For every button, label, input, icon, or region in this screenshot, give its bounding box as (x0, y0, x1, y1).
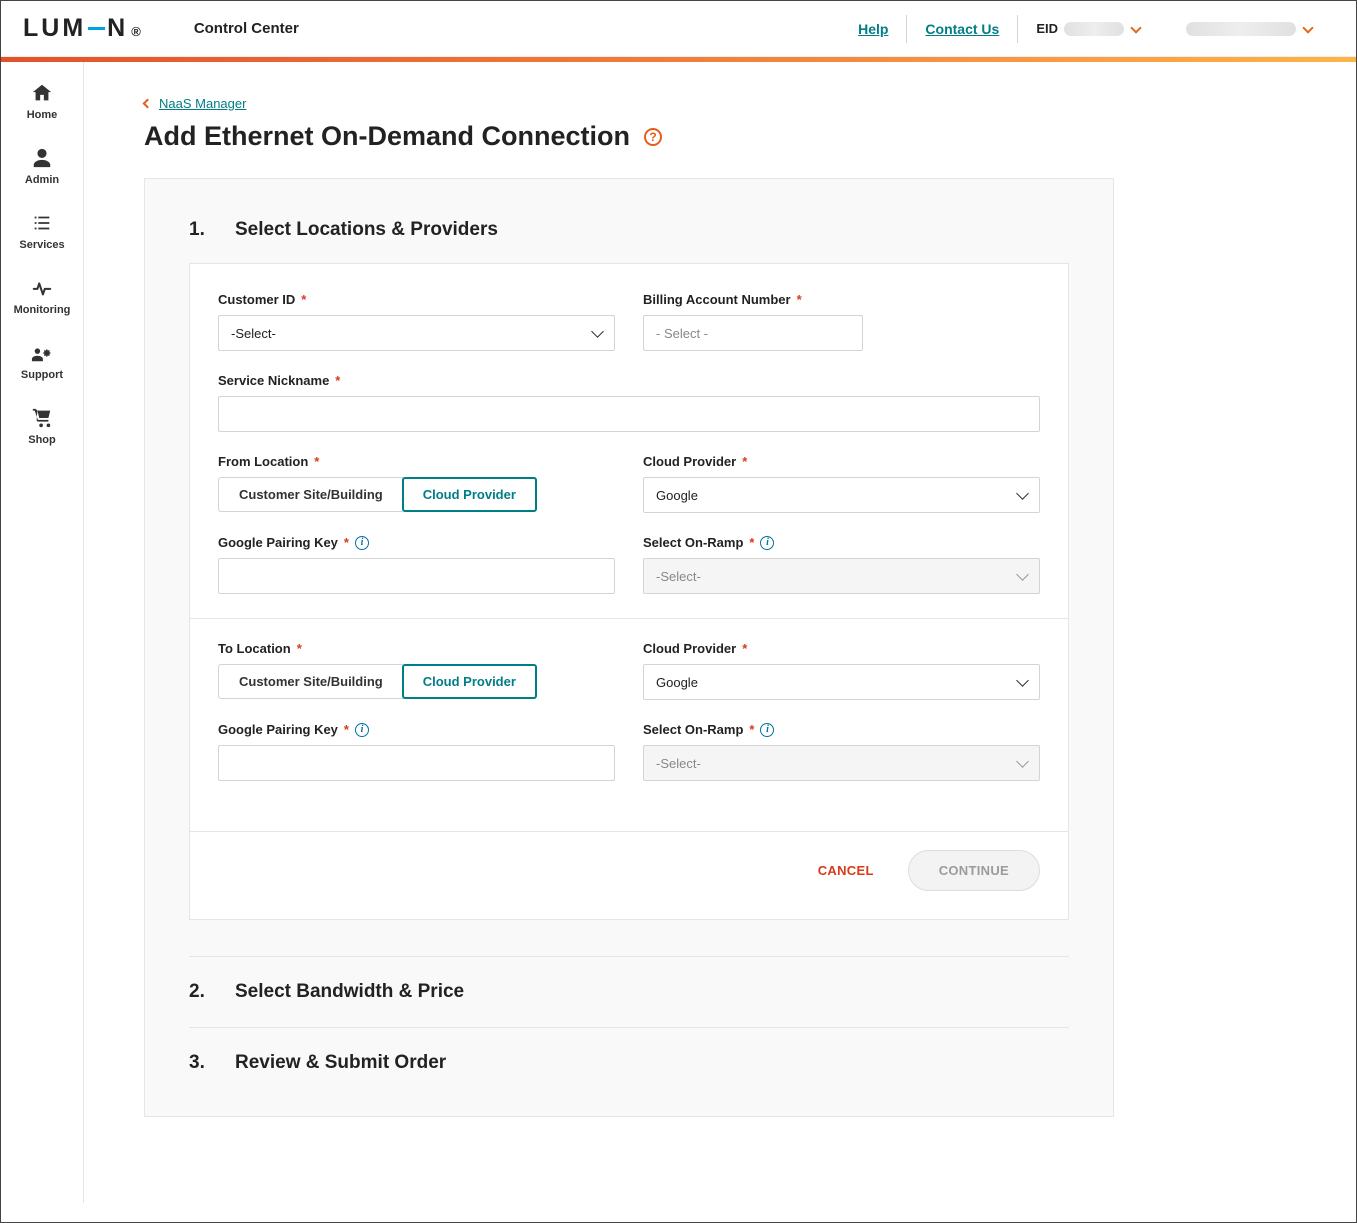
breadcrumb-back[interactable]: NaaS Manager (144, 96, 1114, 111)
step-title: Review & Submit Order (235, 1052, 446, 1074)
header-right: Help Contact Us EID (840, 15, 1334, 43)
steps-panel: 1. Select Locations & Providers Customer… (144, 178, 1114, 1117)
step2-header[interactable]: 2. Select Bandwidth & Price (189, 956, 1069, 1027)
sidebar-item-label: Home (27, 109, 58, 121)
chevron-down-icon (1016, 755, 1029, 768)
sidebar-item-label: Shop (28, 434, 56, 446)
customer-id-value: -Select- (231, 326, 276, 341)
list-icon (31, 212, 53, 234)
account-menu[interactable] (1162, 22, 1334, 36)
to-pairing-field[interactable] (231, 755, 602, 772)
continue-button[interactable]: CONTINUE (908, 850, 1040, 891)
chevron-down-icon (1130, 22, 1141, 33)
step1-actions: CANCEL CONTINUE (190, 831, 1068, 909)
logo: LUMN® (23, 14, 144, 43)
customer-id-select[interactable]: -Select- (218, 315, 615, 351)
sidebar-item-monitoring[interactable]: Monitoring (14, 277, 71, 316)
account-value-redacted (1186, 22, 1296, 36)
to-location-label: To Location* (218, 641, 615, 656)
eid-menu[interactable]: EID (1018, 21, 1162, 36)
step-number: 3. (189, 1052, 209, 1074)
eid-value-redacted (1064, 22, 1124, 36)
info-icon[interactable]: i (760, 536, 774, 550)
ban-label: Billing Account Number* (643, 292, 1040, 307)
chevron-down-icon (1016, 674, 1029, 687)
chevron-down-icon (591, 325, 604, 338)
from-pairing-input[interactable] (218, 558, 615, 594)
ban-placeholder: - Select - (656, 326, 708, 341)
from-location-label: From Location* (218, 454, 615, 469)
from-onramp-value: -Select- (656, 569, 701, 584)
sidebar-item-admin[interactable]: Admin (25, 147, 59, 186)
step-title: Select Bandwidth & Price (235, 981, 464, 1003)
sidebar-item-label: Support (21, 369, 63, 381)
nickname-field[interactable] (231, 406, 1027, 423)
contact-link[interactable]: Contact Us (907, 21, 1017, 37)
to-seg-cloud[interactable]: Cloud Provider (402, 664, 537, 699)
sidebar-item-label: Admin (25, 174, 59, 186)
from-onramp-select[interactable]: -Select- (643, 558, 1040, 594)
sidebar-item-services[interactable]: Services (19, 212, 64, 251)
from-pairing-label: Google Pairing Key* i (218, 535, 615, 550)
logo-e-bar-icon (88, 27, 105, 30)
chevron-down-icon (1302, 22, 1313, 33)
ban-input[interactable]: - Select - (643, 315, 863, 351)
from-provider-value: Google (656, 488, 698, 503)
info-icon[interactable]: i (355, 723, 369, 737)
page-title-text: Add Ethernet On-Demand Connection (144, 121, 630, 152)
to-pairing-input[interactable] (218, 745, 615, 781)
sidebar-item-home[interactable]: Home (27, 82, 58, 121)
breadcrumb-label: NaaS Manager (159, 96, 246, 111)
help-icon[interactable]: ? (644, 128, 662, 146)
gear-user-icon (31, 342, 53, 364)
from-provider-label: Cloud Provider* (643, 454, 1040, 469)
step-title: Select Locations & Providers (235, 219, 498, 241)
to-onramp-value: -Select- (656, 756, 701, 771)
cancel-button[interactable]: CANCEL (812, 862, 880, 879)
help-link[interactable]: Help (840, 21, 906, 37)
header-title: Control Center (194, 20, 299, 37)
to-onramp-select[interactable]: -Select- (643, 745, 1040, 781)
info-icon[interactable]: i (355, 536, 369, 550)
info-icon[interactable]: i (760, 723, 774, 737)
to-onramp-label: Select On-Ramp* i (643, 722, 1040, 737)
step3-header[interactable]: 3. Review & Submit Order (189, 1027, 1069, 1098)
cart-icon (31, 407, 53, 429)
step-number: 1. (189, 219, 209, 241)
from-onramp-label: Select On-Ramp* i (643, 535, 1040, 550)
chevron-down-icon (1016, 487, 1029, 500)
from-seg-customer[interactable]: Customer Site/Building (218, 477, 403, 512)
to-seg-customer[interactable]: Customer Site/Building (218, 664, 403, 699)
to-pairing-label: Google Pairing Key* i (218, 722, 615, 737)
customer-id-label: Customer ID* (218, 292, 615, 307)
sidebar-item-label: Services (19, 239, 64, 251)
eid-label: EID (1036, 21, 1058, 36)
from-seg-cloud[interactable]: Cloud Provider (402, 477, 537, 512)
to-provider-label: Cloud Provider* (643, 641, 1040, 656)
to-provider-value: Google (656, 675, 698, 690)
from-provider-select[interactable]: Google (643, 477, 1040, 513)
step1-card: Customer ID* -Select- Billing Account Nu… (189, 263, 1069, 920)
user-icon (31, 147, 53, 169)
from-location-segmented: Customer Site/Building Cloud Provider (218, 477, 615, 512)
sidebar-item-shop[interactable]: Shop (28, 407, 56, 446)
home-icon (31, 82, 53, 104)
to-provider-select[interactable]: Google (643, 664, 1040, 700)
nickname-label: Service Nickname* (218, 373, 1040, 388)
from-pairing-field[interactable] (231, 568, 602, 585)
to-location-segmented: Customer Site/Building Cloud Provider (218, 664, 615, 699)
top-header: LUMN® Control Center Help Contact Us EID (1, 1, 1356, 57)
pulse-icon (31, 277, 53, 299)
chevron-down-icon (1016, 568, 1029, 581)
step1-header: 1. Select Locations & Providers (189, 219, 1069, 241)
step-number: 2. (189, 981, 209, 1003)
sidebar: Home Admin Services Monitoring Support S… (1, 62, 84, 1203)
chevron-left-icon (143, 99, 153, 109)
nickname-input[interactable] (218, 396, 1040, 432)
sidebar-item-label: Monitoring (14, 304, 71, 316)
divider (190, 618, 1068, 619)
sidebar-item-support[interactable]: Support (21, 342, 63, 381)
page-title: Add Ethernet On-Demand Connection ? (144, 121, 1114, 152)
